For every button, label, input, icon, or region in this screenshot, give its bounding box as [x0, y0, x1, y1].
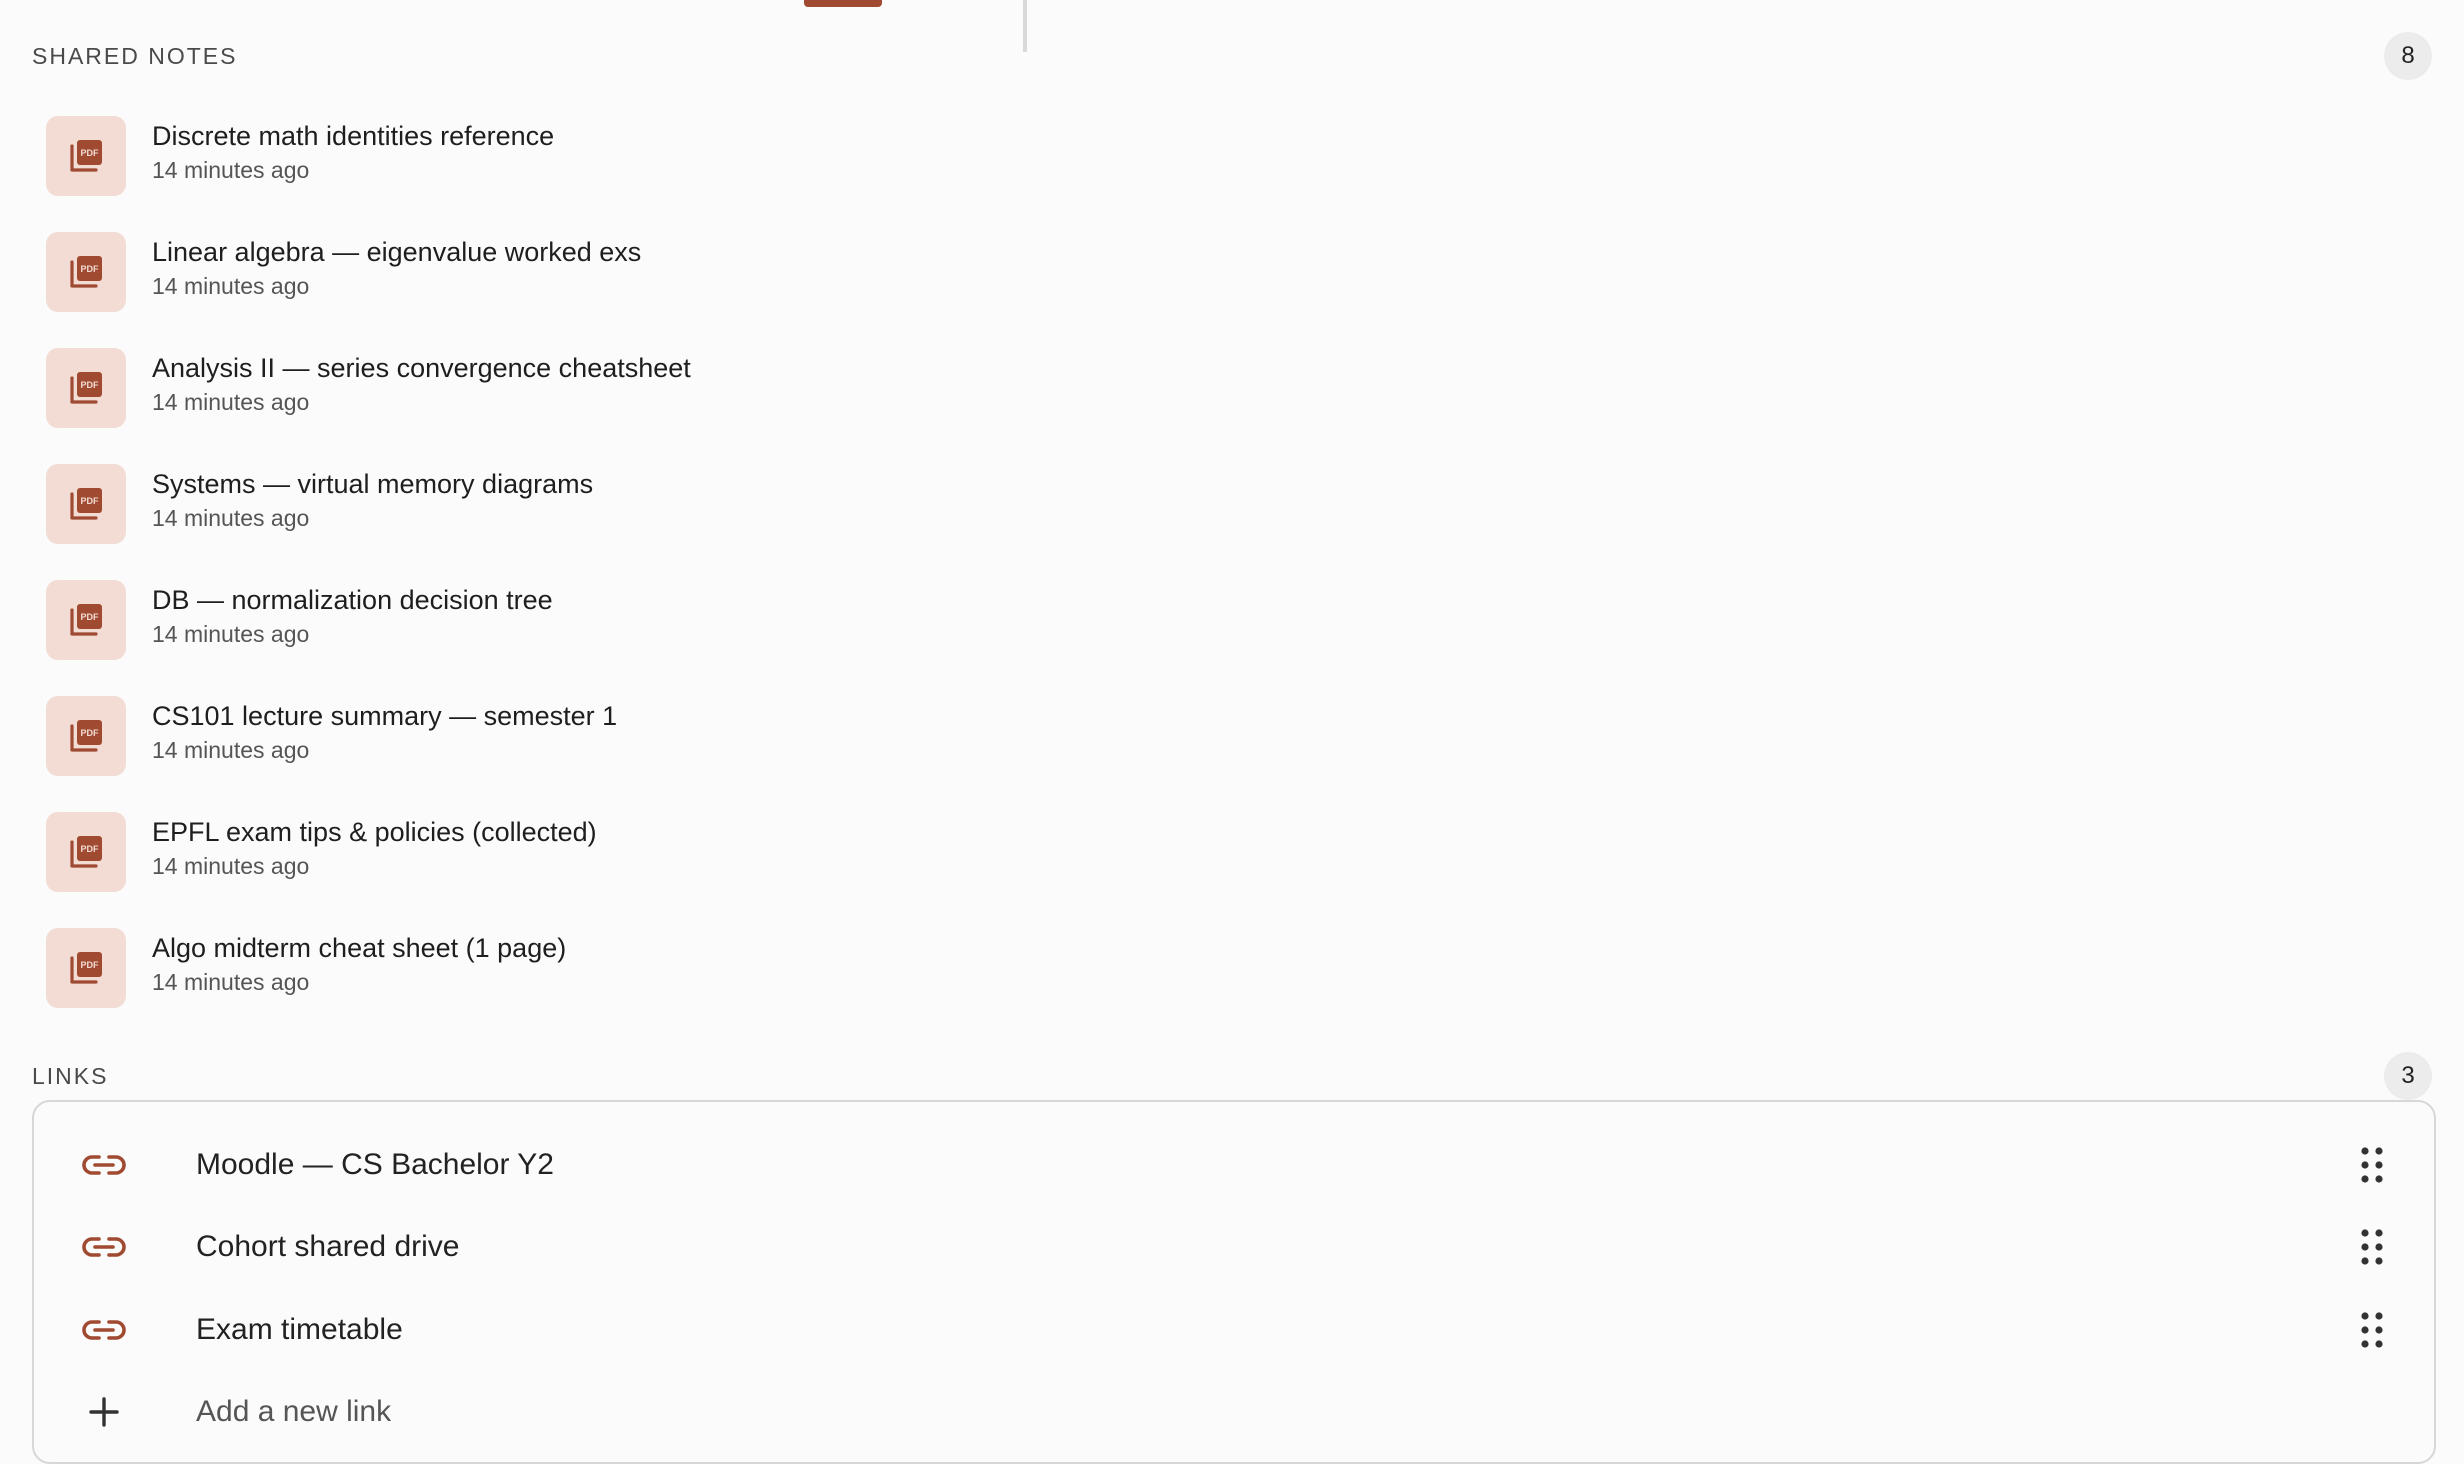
- note-title: DB — normalization decision tree: [152, 585, 553, 615]
- note-timestamp: 14 minutes ago: [152, 853, 310, 879]
- active-tab-indicator: [804, 0, 882, 7]
- add-link-label: Add a new link: [196, 1395, 392, 1428]
- svg-text:PDF: PDF: [81, 960, 100, 970]
- link-icon: [82, 1308, 126, 1352]
- links-count-badge: 3: [2384, 1052, 2432, 1100]
- svg-text:PDF: PDF: [81, 496, 100, 506]
- link-row[interactable]: Exam timetable: [34, 1289, 2434, 1371]
- pdf-icon: PDF: [46, 464, 126, 544]
- note-title: Discrete math identities reference: [152, 121, 555, 151]
- link-row[interactable]: Moodle — CS Bachelor Y2: [34, 1124, 2434, 1206]
- note-item[interactable]: PDF Analysis II — series convergence chea…: [46, 330, 1246, 446]
- note-title: Systems — virtual memory diagrams: [152, 469, 594, 499]
- links-header: LINKS 3: [32, 1051, 2432, 1101]
- note-timestamp: 14 minutes ago: [152, 621, 310, 647]
- note-text: Systems — virtual memory diagrams 14 minu…: [152, 466, 593, 534]
- note-text: CS101 lecture summary — semester 1 14 min…: [152, 698, 617, 766]
- svg-text:PDF: PDF: [81, 148, 100, 158]
- note-item[interactable]: PDF Discrete math identities reference 14 …: [46, 98, 1246, 214]
- link-label: Cohort shared drive: [196, 1230, 460, 1263]
- pdf-icon: PDF: [46, 580, 126, 660]
- note-title: Linear algebra — eigenvalue worked exs: [152, 237, 642, 267]
- note-timestamp: 14 minutes ago: [152, 273, 310, 299]
- note-text: Algo midterm cheat sheet (1 page) 14 minu…: [152, 930, 566, 998]
- note-title: Algo midterm cheat sheet (1 page): [152, 933, 567, 963]
- plus-icon: [82, 1390, 126, 1434]
- note-timestamp: 14 minutes ago: [152, 737, 310, 763]
- link-row[interactable]: Cohort shared drive: [34, 1206, 2434, 1288]
- pdf-icon: PDF: [46, 928, 126, 1008]
- link-icon: [82, 1143, 126, 1187]
- note-item[interactable]: PDF CS101 lecture summary — semester 1 14 …: [46, 678, 1246, 794]
- note-text: Discrete math identities reference 14 min…: [152, 118, 554, 186]
- note-item[interactable]: PDF Algo midterm cheat sheet (1 page) 14 m…: [46, 910, 1246, 1026]
- drag-handle-icon[interactable]: [2360, 1311, 2384, 1349]
- section-title-links: LINKS: [32, 1062, 109, 1089]
- links-card: Moodle — CS Bachelor Y2 Cohort shared dr…: [32, 1100, 2436, 1464]
- note-title: CS101 lecture summary — semester 1: [152, 701, 618, 731]
- link-label: Exam timetable: [196, 1313, 403, 1346]
- shared-notes-list: PDF Discrete math identities reference 14 …: [46, 98, 1246, 1026]
- svg-text:PDF: PDF: [81, 264, 100, 274]
- shared-notes-header: SHARED NOTES 8: [32, 31, 2432, 81]
- shared-notes-count-badge: 8: [2384, 32, 2432, 80]
- pdf-icon: PDF: [46, 696, 126, 776]
- note-text: DB — normalization decision tree 14 minut…: [152, 582, 553, 650]
- section-title-shared-notes: SHARED NOTES: [32, 42, 238, 69]
- pdf-icon: PDF: [46, 348, 126, 428]
- note-text: Linear algebra — eigenvalue worked exs 14…: [152, 234, 641, 302]
- drag-handle-icon[interactable]: [2360, 1146, 2384, 1184]
- svg-text:PDF: PDF: [81, 728, 100, 738]
- pdf-icon: PDF: [46, 812, 126, 892]
- note-item[interactable]: PDF Systems — virtual memory diagrams 14 m…: [46, 446, 1246, 562]
- note-item[interactable]: PDF DB — normalization decision tree 14 mi…: [46, 562, 1246, 678]
- note-title: Analysis II — series convergence cheatsh…: [152, 353, 691, 383]
- pdf-icon: PDF: [46, 232, 126, 312]
- add-link-button[interactable]: Add a new link: [34, 1371, 2434, 1453]
- note-item[interactable]: PDF EPFL exam tips & policies (collected)…: [46, 794, 1246, 910]
- link-icon: [82, 1225, 126, 1269]
- link-label: Moodle — CS Bachelor Y2: [196, 1148, 554, 1181]
- note-text: Analysis II — series convergence cheatsh…: [152, 350, 691, 418]
- svg-text:PDF: PDF: [81, 844, 100, 854]
- note-timestamp: 14 minutes ago: [152, 157, 310, 183]
- note-text: EPFL exam tips & policies (collected) 14 …: [152, 814, 597, 882]
- pdf-icon: PDF: [46, 116, 126, 196]
- note-timestamp: 14 minutes ago: [152, 505, 310, 531]
- note-title: EPFL exam tips & policies (collected): [152, 817, 597, 847]
- svg-text:PDF: PDF: [81, 612, 100, 622]
- svg-text:PDF: PDF: [81, 380, 100, 390]
- drag-handle-icon[interactable]: [2360, 1228, 2384, 1266]
- note-item[interactable]: PDF Linear algebra — eigenvalue worked ex…: [46, 214, 1246, 330]
- note-timestamp: 14 minutes ago: [152, 969, 310, 995]
- note-timestamp: 14 minutes ago: [152, 389, 310, 415]
